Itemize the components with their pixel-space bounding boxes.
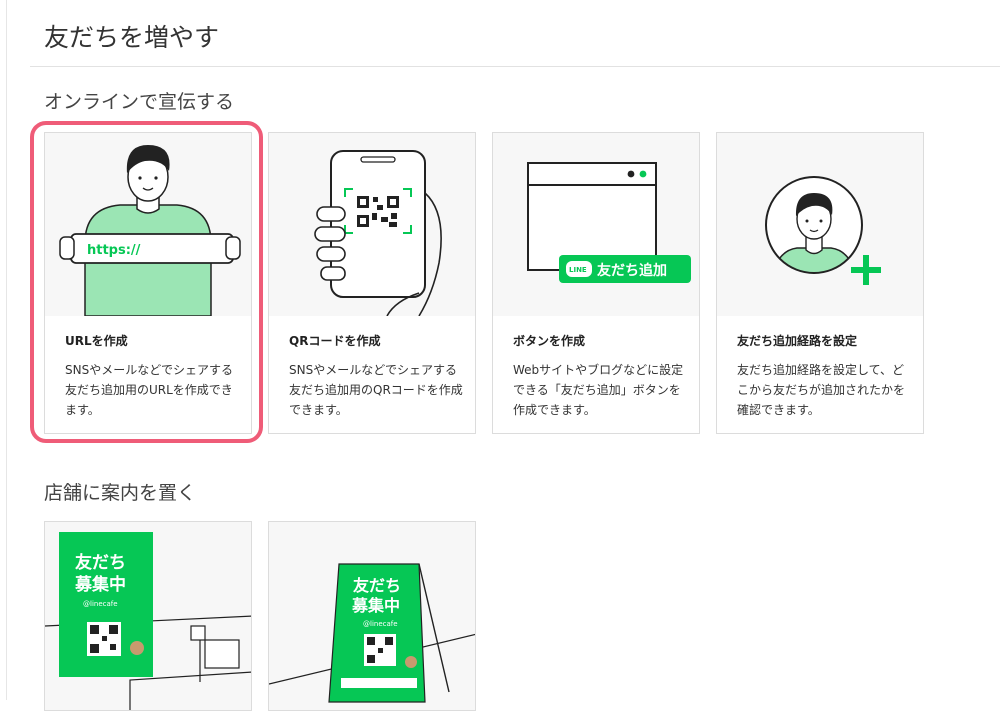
poster-line-2: 募集中: [74, 574, 126, 595]
poster-line-1: 友だち: [75, 552, 126, 573]
card-description: SNSやメールなどでシェアする友だち追加用のURLを作成できます。: [65, 363, 233, 417]
card-title: QRコードを作成: [289, 334, 381, 348]
table-tent-card[interactable]: 友だち 募集中 @linecafe: [268, 521, 476, 711]
create-url-card[interactable]: https:// URLを作成 SNSやメールなどでシェアする友だち追加用のUR…: [44, 132, 252, 434]
poster-handle: @linecafe: [83, 600, 118, 608]
card-title: ボタンを作成: [513, 334, 586, 348]
bear-character-icon: [130, 641, 144, 655]
card-description: 友だち追加経路を設定して、どこから友だちが追加されたかを確認できます。: [737, 363, 906, 417]
section-title-store: 店舗に案内を置く: [44, 482, 197, 504]
line-logo-text: LINE: [569, 266, 587, 274]
button-illustration: LINE 友だち追加: [493, 133, 699, 316]
route-illustration: [717, 133, 923, 316]
left-divider: [6, 0, 7, 700]
section-title-online: オンラインで宣伝する: [44, 91, 235, 113]
create-qr-card[interactable]: QRコードを作成 SNSやメールなどでシェアする友だち追加用のQRコードを作成で…: [268, 132, 476, 434]
bear-character-icon: [405, 656, 417, 668]
qr-illustration: [269, 133, 475, 316]
create-button-card[interactable]: LINE 友だち追加 ボタンを作成 Webサイトやブログなどに設定できる「友だち…: [492, 132, 700, 434]
poster-illustration: 友だち 募集中 @linecafe: [45, 522, 251, 710]
tent-handle: @linecafe: [363, 620, 398, 628]
title-divider: [30, 66, 1000, 67]
card-title: URLを作成: [65, 334, 128, 348]
tent-line-2: 募集中: [351, 596, 400, 615]
table-tent-illustration: 友だち 募集中 @linecafe: [269, 522, 475, 710]
tent-line-1: 友だち: [353, 576, 401, 595]
card-description: Webサイトやブログなどに設定できる「友だち追加」ボタンを作成できます。: [513, 363, 684, 417]
card-description: SNSやメールなどでシェアする友だち追加用のQRコードを作成できます。: [289, 363, 463, 417]
card-title: 友だち追加経路を設定: [737, 334, 858, 348]
url-sign-text: https://: [87, 243, 141, 258]
poster-card[interactable]: 友だち 募集中 @linecafe: [44, 521, 252, 711]
url-illustration: https://: [45, 133, 251, 316]
page-title: 友だちを増やす: [44, 23, 220, 52]
add-friend-badge-label: 友だち追加: [597, 262, 667, 279]
set-route-card[interactable]: 友だち追加経路を設定 友だち追加経路を設定して、どこから友だちが追加されたかを確…: [716, 132, 924, 434]
